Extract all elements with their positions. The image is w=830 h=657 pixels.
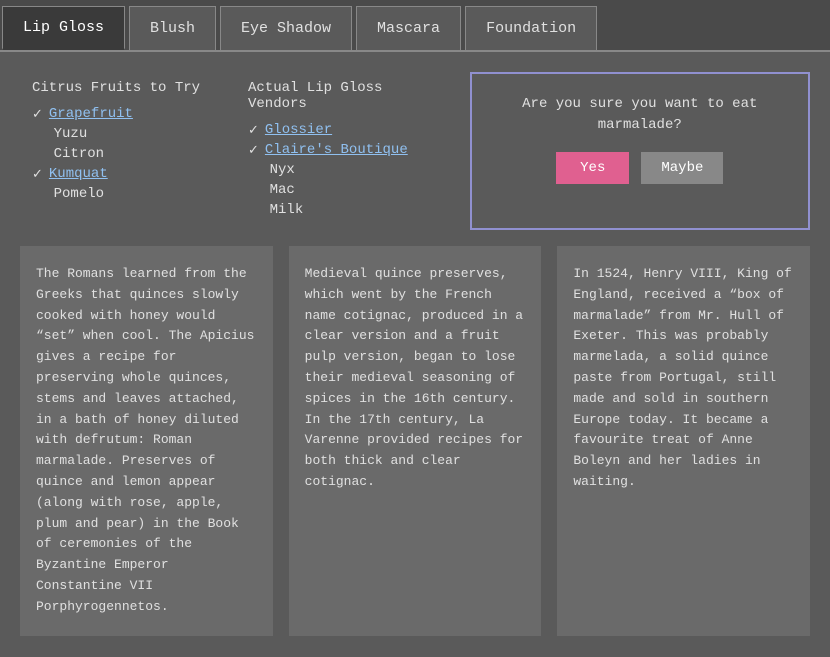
check-icon: ✓ [32,107,43,122]
list-item: Mac [248,182,426,198]
vendor-glossier[interactable]: Glossier [265,122,332,138]
tab-bar: Lip Gloss Blush Eye Shadow Mascara Found… [0,0,830,52]
main-content: Citrus Fruits to Try ✓ Grapefruit Yuzu C… [0,52,830,656]
tab-foundation[interactable]: Foundation [465,6,597,50]
list-item: Yuzu [32,126,208,142]
card-1: The Romans learned from the Greeks that … [20,246,273,636]
spacer [32,147,48,162]
list-item: Milk [248,202,426,218]
spacer [248,183,264,198]
cards-row: The Romans learned from the Greeks that … [20,246,810,636]
vendors-list-section: Actual Lip Gloss Vendors ✓ Glossier ✓ Cl… [236,72,438,230]
tab-lip-gloss[interactable]: Lip Gloss [2,6,125,50]
dialog-buttons: Yes Maybe [556,152,723,184]
card-1-text: The Romans learned from the Greeks that … [36,264,257,618]
card-2-text: Medieval quince preserves, which went by… [305,264,526,493]
check-icon: ✓ [248,123,259,138]
citrus-item-grapefruit[interactable]: Grapefruit [49,106,133,122]
card-3: In 1524, Henry VIII, King of England, re… [557,246,810,636]
citrus-item-citron: Citron [54,146,104,162]
list-item: Nyx [248,162,426,178]
confirm-dialog: Are you sure you want to eat marmalade? … [470,72,810,230]
vendor-nyx: Nyx [270,162,295,178]
check-icon: ✓ [248,143,259,158]
maybe-button[interactable]: Maybe [641,152,723,184]
citrus-list-title: Citrus Fruits to Try [32,80,208,96]
spacer [32,187,48,202]
check-icon: ✓ [32,167,43,182]
vendor-claires[interactable]: Claire's Boutique [265,142,408,158]
spacer [248,163,264,178]
vendor-mac: Mac [270,182,295,198]
tab-blush[interactable]: Blush [129,6,216,50]
citrus-item-pomelo: Pomelo [54,186,104,202]
citrus-item-yuzu: Yuzu [54,126,88,142]
list-item: ✓ Claire's Boutique [248,142,426,158]
tab-eye-shadow[interactable]: Eye Shadow [220,6,352,50]
tab-mascara[interactable]: Mascara [356,6,461,50]
list-item: Pomelo [32,186,208,202]
top-row: Citrus Fruits to Try ✓ Grapefruit Yuzu C… [20,72,810,230]
vendors-list-title: Actual Lip Gloss Vendors [248,80,426,112]
list-item: ✓ Kumquat [32,166,208,182]
spacer [248,203,264,218]
vendor-milk: Milk [270,202,304,218]
list-item: Citron [32,146,208,162]
yes-button[interactable]: Yes [556,152,629,184]
card-3-text: In 1524, Henry VIII, King of England, re… [573,264,794,493]
list-item: ✓ Grapefruit [32,106,208,122]
dialog-message: Are you sure you want to eat marmalade? [496,94,784,136]
citrus-list-section: Citrus Fruits to Try ✓ Grapefruit Yuzu C… [20,72,220,230]
citrus-item-kumquat[interactable]: Kumquat [49,166,108,182]
spacer [32,127,48,142]
list-item: ✓ Glossier [248,122,426,138]
card-2: Medieval quince preserves, which went by… [289,246,542,636]
